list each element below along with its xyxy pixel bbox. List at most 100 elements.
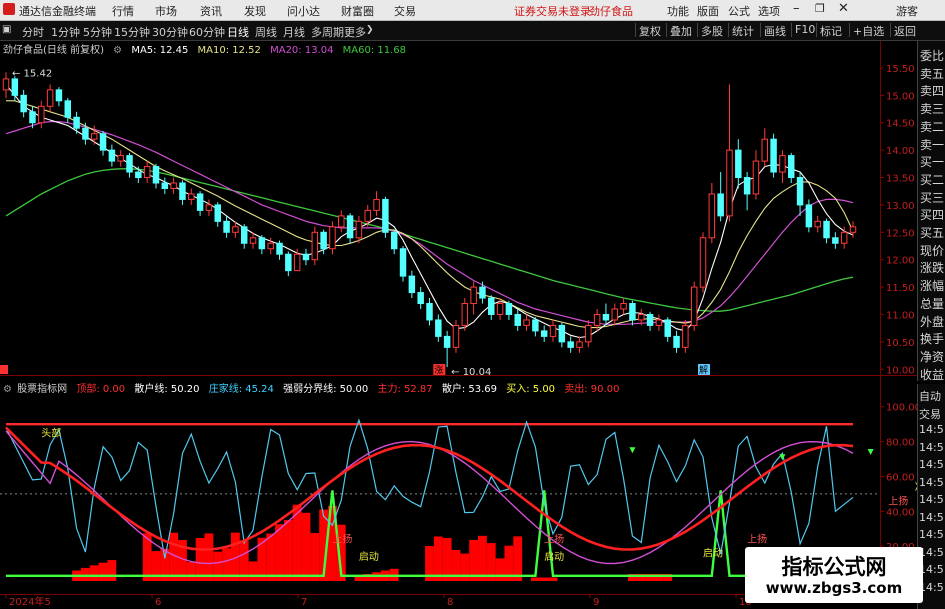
candlestick[interactable] [708,183,716,244]
candle-body [399,248,407,277]
candlestick[interactable] [788,152,795,183]
candle-body [832,237,839,244]
candlestick[interactable] [46,84,54,112]
candlestick[interactable] [479,281,486,304]
chart-canvas[interactable]: ← 15.42← 10.04涨解财 头部上扬启动上扬启动上扬启动上扬净资 15.… [0,0,945,609]
time-label: 14:5 [919,528,944,541]
candlestick[interactable] [796,172,804,216]
candlestick[interactable] [682,319,689,353]
candlestick[interactable] [240,224,248,249]
candlestick[interactable] [188,188,195,205]
candlestick[interactable] [602,303,610,326]
candlestick[interactable] [258,235,266,255]
candlestick[interactable] [646,311,654,331]
candlestick[interactable] [523,314,530,331]
candlestick[interactable] [558,322,566,348]
side-button[interactable]: 自动 [919,388,941,404]
candle-body [620,303,627,310]
candlestick[interactable] [161,177,169,194]
candlestick[interactable] [540,325,548,342]
candlestick[interactable] [38,100,45,129]
candlestick[interactable] [426,298,433,326]
candlestick[interactable] [285,251,292,277]
candlestick[interactable] [117,150,124,167]
candlestick[interactable] [64,98,71,123]
date-tick-label: 7 [301,597,307,608]
candlestick[interactable] [435,314,442,342]
candlestick[interactable] [143,161,151,183]
candlestick[interactable] [699,232,707,293]
candlestick[interactable] [832,232,839,249]
candlestick[interactable] [664,317,671,342]
candlestick[interactable] [823,218,830,244]
watermark-title: 指标公式网 [781,555,887,579]
candlestick[interactable] [108,144,116,167]
candlestick[interactable] [338,210,345,233]
candlestick[interactable] [443,330,451,368]
candlestick[interactable] [655,314,663,331]
candle-body [646,313,654,326]
candlestick[interactable] [567,336,574,353]
candlestick[interactable] [152,163,160,189]
candlestick[interactable] [399,246,407,282]
candlestick[interactable] [408,270,416,299]
candlestick[interactable] [770,133,777,178]
event-marker-label[interactable]: 解 [699,364,708,376]
price-tick-label: 14.50 [886,119,915,130]
candlestick[interactable] [126,152,133,178]
candlestick[interactable] [179,180,186,205]
buy-signal-marker [629,447,636,454]
candlestick[interactable] [20,89,27,118]
candlestick[interactable] [805,199,813,233]
candlestick[interactable] [743,172,751,211]
candlestick[interactable] [276,240,283,260]
candle-body [796,177,804,206]
candlestick[interactable] [311,226,319,266]
quote-label: 总量 [920,296,945,311]
candlestick[interactable] [417,287,424,309]
candlestick[interactable] [302,248,310,266]
candlestick[interactable] [214,202,221,227]
candlestick[interactable] [585,319,592,348]
candlestick[interactable] [505,300,513,320]
candlestick[interactable] [452,319,460,353]
candlestick[interactable] [726,84,733,222]
candlestick[interactable] [373,191,380,216]
candlestick[interactable] [196,191,204,216]
candlestick[interactable] [55,87,63,107]
candlestick[interactable] [620,298,627,315]
candlestick[interactable] [735,139,742,189]
candlestick[interactable] [532,317,539,337]
candlestick[interactable] [673,330,680,353]
candlestick[interactable] [99,130,107,156]
candlestick[interactable] [576,336,583,353]
candlestick[interactable] [390,229,398,255]
candlestick[interactable] [488,295,495,320]
candlestick[interactable] [470,281,477,315]
candle-body [726,149,733,217]
candlestick[interactable] [779,150,786,183]
candlestick[interactable] [549,319,557,342]
candle-body [267,242,274,250]
candlestick[interactable] [629,300,636,326]
candlestick[interactable] [690,281,698,331]
candlestick[interactable] [205,199,213,216]
candlestick[interactable] [382,196,389,238]
candlestick[interactable] [2,72,10,99]
mainforce-bar [80,567,90,581]
mainforce-bar [275,524,284,581]
candlestick[interactable] [752,150,760,200]
candlestick[interactable] [761,128,769,167]
candlestick[interactable] [814,215,821,233]
candlestick[interactable] [223,215,230,238]
candlestick[interactable] [514,309,521,331]
candlestick[interactable] [611,303,619,326]
candlestick[interactable] [849,221,857,238]
mainforce-bar [301,512,311,581]
side-button[interactable]: 交易 [919,406,941,422]
candlestick[interactable] [346,213,354,244]
candlestick[interactable] [170,177,177,194]
candlestick[interactable] [717,172,724,222]
event-marker-label[interactable]: 涨 [434,365,443,376]
event-marker-flag[interactable] [0,365,8,374]
